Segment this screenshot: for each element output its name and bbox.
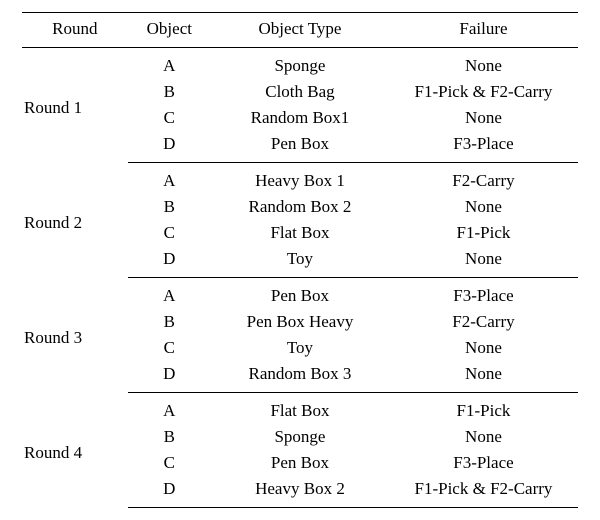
object-cell: D: [128, 246, 211, 278]
table-row: Round 1ASpongeNone: [22, 48, 578, 80]
failure-cell: F1-Pick & F2-Carry: [389, 79, 578, 105]
object-cell: A: [128, 393, 211, 425]
object-cell: C: [128, 335, 211, 361]
object-cell: D: [128, 131, 211, 163]
object-cell: A: [128, 163, 211, 195]
object-type-cell: Flat Box: [211, 220, 389, 246]
object-cell: B: [128, 194, 211, 220]
round-cell: Round 4: [22, 393, 128, 508]
table-row: Round 2AHeavy Box 1F2-Carry: [22, 163, 578, 195]
object-type-cell: Pen Box Heavy: [211, 309, 389, 335]
failure-cell: None: [389, 194, 578, 220]
object-type-cell: Sponge: [211, 48, 389, 80]
table-row: Round 4AFlat BoxF1-Pick: [22, 393, 578, 425]
header-failure: Failure: [389, 13, 578, 48]
failure-cell: None: [389, 105, 578, 131]
object-type-cell: Cloth Bag: [211, 79, 389, 105]
failure-cell: F1-Pick: [389, 393, 578, 425]
failure-cell: F3-Place: [389, 450, 578, 476]
object-type-cell: Toy: [211, 335, 389, 361]
object-cell: B: [128, 309, 211, 335]
failure-cell: None: [389, 48, 578, 80]
object-cell: B: [128, 424, 211, 450]
failure-cell: F2-Carry: [389, 163, 578, 195]
object-cell: C: [128, 105, 211, 131]
failure-cell: None: [389, 335, 578, 361]
round-cell: Round 1: [22, 48, 128, 163]
failure-cell: F3-Place: [389, 278, 578, 310]
failure-cell: F1-Pick: [389, 220, 578, 246]
object-cell: C: [128, 220, 211, 246]
object-cell: B: [128, 79, 211, 105]
failure-cell: F1-Pick & F2-Carry: [389, 476, 578, 508]
object-cell: D: [128, 361, 211, 393]
object-type-cell: Random Box 3: [211, 361, 389, 393]
header-round: Round: [22, 13, 128, 48]
object-cell: C: [128, 450, 211, 476]
round-cell: Round 2: [22, 163, 128, 278]
failure-cell: F3-Place: [389, 131, 578, 163]
object-type-cell: Pen Box: [211, 450, 389, 476]
object-type-cell: Toy: [211, 246, 389, 278]
header-row: Round Object Object Type Failure: [22, 13, 578, 48]
object-type-cell: Heavy Box 1: [211, 163, 389, 195]
object-type-cell: Random Box1: [211, 105, 389, 131]
object-cell: A: [128, 278, 211, 310]
failure-cell: F2-Carry: [389, 309, 578, 335]
object-type-cell: Heavy Box 2: [211, 476, 389, 508]
object-cell: D: [128, 476, 211, 508]
header-object-type: Object Type: [211, 13, 389, 48]
failure-cell: None: [389, 361, 578, 393]
object-cell: A: [128, 48, 211, 80]
object-type-cell: Random Box 2: [211, 194, 389, 220]
object-type-cell: Pen Box: [211, 131, 389, 163]
table-body: Round 1ASpongeNoneBCloth BagF1-Pick & F2…: [22, 48, 578, 508]
object-type-cell: Sponge: [211, 424, 389, 450]
failure-cell: None: [389, 424, 578, 450]
object-type-cell: Flat Box: [211, 393, 389, 425]
round-cell: Round 3: [22, 278, 128, 393]
experiment-table: Round Object Object Type Failure Round 1…: [22, 12, 578, 508]
failure-cell: None: [389, 246, 578, 278]
table-row: Round 3APen BoxF3-Place: [22, 278, 578, 310]
header-object: Object: [128, 13, 211, 48]
object-type-cell: Pen Box: [211, 278, 389, 310]
